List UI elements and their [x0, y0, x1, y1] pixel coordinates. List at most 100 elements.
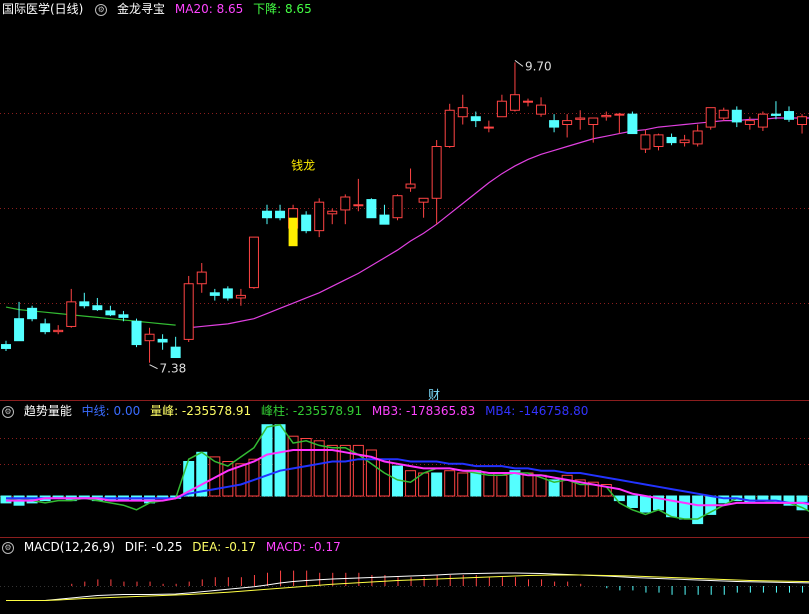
candle-body	[170, 346, 181, 359]
candle-body	[353, 204, 364, 207]
candle-body	[536, 104, 547, 115]
vol-bar	[261, 424, 273, 497]
candle-body	[392, 195, 403, 219]
candle-body	[131, 320, 142, 346]
candle-body	[744, 120, 755, 126]
candle-body	[705, 107, 716, 128]
volume-chart[interactable]	[0, 420, 809, 536]
candle-body	[496, 100, 507, 118]
vol-item-0: 中线: 0.00	[81, 404, 141, 418]
candle-body	[601, 114, 612, 118]
vol-bar	[418, 472, 430, 497]
macd-value: MACD: -0.17	[265, 540, 341, 554]
candle-body	[614, 113, 625, 116]
stock-title[interactable]: 国际医学(日线)	[2, 2, 83, 16]
vol-item-4: MB4: -146758.80	[485, 404, 589, 418]
candle-body	[679, 139, 690, 144]
candle-body	[222, 288, 233, 299]
candle-body	[66, 301, 77, 327]
candle-body	[275, 210, 286, 219]
candle-body	[14, 318, 25, 342]
settings-circle-icon[interactable]: ⚙	[2, 405, 14, 418]
panel-divider[interactable]	[0, 400, 809, 401]
candle-body	[627, 113, 638, 135]
candle-body	[1, 344, 11, 349]
candle-body	[770, 113, 781, 116]
signal-label: 钱龙	[291, 158, 315, 173]
high-price-label: 9.70	[525, 59, 552, 73]
candle-body	[405, 183, 416, 189]
price-chart[interactable]: 9.70 7.38 钱龙	[0, 18, 809, 398]
signal-bar	[288, 217, 298, 247]
main-chart-header: 国际医学(日线) ⚙ 金龙寻宝 MA20: 8.65 下降: 8.65	[0, 0, 809, 18]
low-arrow	[149, 364, 158, 370]
vol-bar	[274, 424, 286, 497]
settings-circle-icon[interactable]: ⚙	[95, 3, 108, 16]
vol-bar	[496, 474, 508, 497]
vol-bar	[444, 470, 456, 497]
settings-circle-icon[interactable]: ⚙	[2, 541, 14, 554]
candle-body	[27, 307, 38, 320]
vol-bar	[235, 463, 247, 497]
macd-dea: DEA: -0.17	[192, 540, 257, 554]
candle-body	[340, 196, 351, 211]
candle-body	[248, 236, 259, 289]
macd-header: ⚙ MACD(12,26,9) DIF: -0.25 DEA: -0.17 MA…	[0, 538, 809, 556]
vol-bar	[626, 495, 638, 508]
candle-body	[157, 338, 168, 343]
indicator-name[interactable]: 金龙寻宝	[117, 2, 165, 16]
candle-body	[523, 100, 533, 103]
vol-bar	[431, 472, 443, 497]
vol-bar	[470, 470, 482, 497]
down-readout: 下降: 8.65	[253, 2, 312, 16]
candle-body	[562, 120, 573, 126]
macd-panel[interactable]	[0, 556, 809, 614]
candle-body	[470, 116, 481, 122]
vol-item-1: 量峰: -235578.91	[150, 404, 252, 418]
candle-body	[692, 130, 703, 145]
candle-body	[118, 314, 129, 318]
candle-body	[40, 323, 51, 333]
candle-body	[757, 113, 768, 128]
candle-body	[105, 310, 116, 316]
vol-bar	[196, 451, 208, 497]
candle-body	[53, 329, 64, 333]
vol-bar	[378, 458, 390, 497]
candle-body	[314, 201, 325, 232]
candle-body	[379, 214, 390, 225]
vol-bar	[287, 435, 299, 497]
vol-bar	[405, 470, 417, 497]
candle-body	[666, 136, 677, 144]
candle-body	[418, 197, 429, 203]
volume-panel[interactable]	[0, 420, 809, 536]
candle-body	[79, 301, 90, 307]
candle-body	[327, 210, 338, 215]
macd-name[interactable]: MACD(12,26,9)	[24, 540, 115, 554]
candle-body	[797, 116, 808, 126]
vol-bar	[679, 495, 691, 520]
high-arrow	[514, 59, 524, 67]
candle-body	[653, 134, 664, 148]
candle-body	[301, 214, 312, 232]
macd-dif: DIF: -0.25	[124, 540, 183, 554]
candle-body	[235, 294, 246, 299]
macd-chart[interactable]	[0, 556, 809, 614]
candle-body	[183, 283, 194, 340]
candle-body	[509, 94, 520, 111]
candle-body	[444, 109, 455, 148]
candle-body	[92, 305, 103, 311]
candle-body	[731, 109, 742, 123]
price-panel[interactable]: 9.70 7.38 钱龙	[0, 18, 809, 398]
candle-body	[144, 333, 155, 342]
vol-bar	[326, 444, 338, 497]
candle-body	[262, 210, 272, 219]
candle-body	[196, 271, 207, 285]
vol-item-2: 峰柱: -235578.91	[261, 404, 363, 418]
candle-body	[575, 117, 586, 120]
vol-bar	[639, 495, 651, 513]
ma20-line	[188, 117, 809, 329]
vol-bar	[522, 472, 534, 497]
volume-indicator-name[interactable]: 趋势量能	[24, 404, 72, 418]
macd-dea-line	[6, 574, 809, 601]
candle-body	[457, 107, 468, 118]
